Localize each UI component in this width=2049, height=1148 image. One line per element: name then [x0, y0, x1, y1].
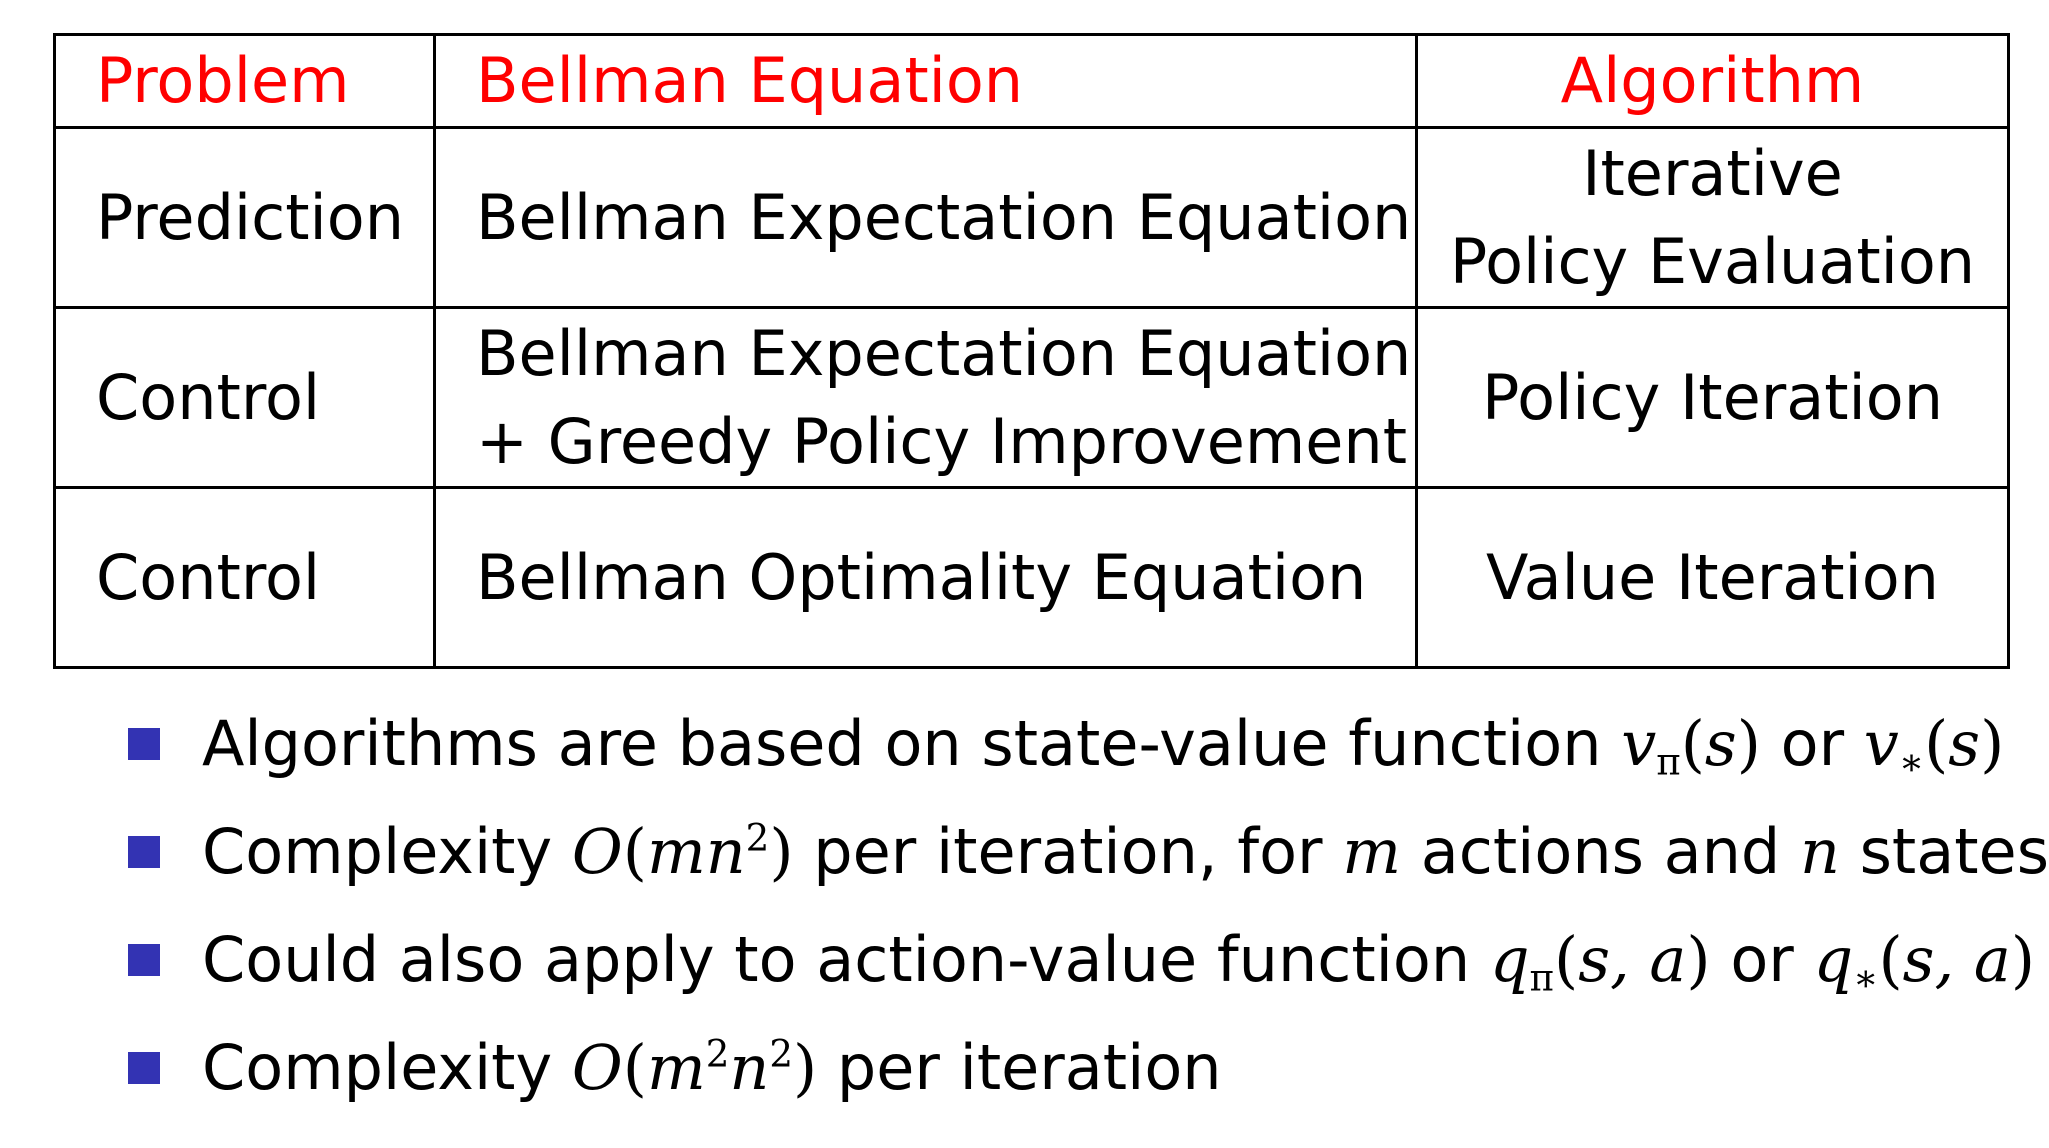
header-problem: Problem [53, 33, 436, 129]
math-v-star-s: v∗(s) [1863, 707, 2005, 784]
bullet-list: Algorithms are based on state-value func… [128, 690, 2049, 1122]
bullet-4-text: Complexity O(m2n2) per iteration [202, 1031, 1222, 1104]
table-row: Control Bellman Optimality Equation Valu… [53, 486, 2010, 669]
row-2-problem: Control [53, 306, 436, 489]
row-3-equation-line-1: Bellman Optimality Equation [476, 540, 1367, 614]
row-1-algorithm: Iterative Policy Evaluation [1415, 126, 2010, 309]
table-row: Prediction Bellman Expectation Equation … [53, 126, 2010, 309]
row-2-algorithm-line-1: Policy Iteration [1481, 360, 1944, 434]
list-item: Could also apply to action-value functio… [128, 906, 2049, 1014]
math-v-pi-s: vπ(s) [1621, 707, 1761, 784]
math-var-m: m [1342, 815, 1402, 888]
row-1-algorithm-line-1: Iterative [1582, 136, 1843, 210]
bullet-3-text: Could also apply to action-value functio… [202, 923, 2036, 1000]
math-o-m2n2: O(m2n2) [571, 1031, 818, 1104]
list-item: Complexity O(m2n2) per iteration [128, 1014, 2049, 1122]
math-var-n: n [1799, 815, 1840, 888]
bullet-square-icon [128, 1052, 160, 1084]
header-algorithm: Algorithm [1415, 33, 2010, 129]
table-header-row: Problem Bellman Equation Algorithm [53, 33, 2010, 129]
row-1-problem: Prediction [53, 126, 436, 309]
row-2-equation: Bellman Expectation Equation + Greedy Po… [433, 306, 1418, 489]
slide: Problem Bellman Equation Algorithm Predi… [0, 0, 2049, 1148]
table-row: Control Bellman Expectation Equation + G… [53, 306, 2010, 489]
row-3-algorithm-line-1: Value Iteration [1486, 540, 1939, 614]
dp-algorithms-table: Problem Bellman Equation Algorithm Predi… [53, 33, 2010, 669]
math-q-star-sa: q∗(s, a) [1813, 923, 2036, 1000]
bullet-square-icon [128, 836, 160, 868]
row-1-equation-line-1: Bellman Expectation Equation [476, 180, 1412, 254]
header-bellman-equation: Bellman Equation [433, 33, 1418, 129]
row-2-algorithm: Policy Iteration [1415, 306, 2010, 489]
math-o-mn2: O(mn2) [571, 815, 794, 888]
list-item: Algorithms are based on state-value func… [128, 690, 2049, 798]
row-3-algorithm: Value Iteration [1415, 486, 2010, 669]
math-q-pi-sa: qπ(s, a) [1489, 923, 1711, 1000]
row-1-equation: Bellman Expectation Equation [433, 126, 1418, 309]
row-2-equation-line-1: Bellman Expectation Equation [476, 316, 1412, 390]
bullet-1-text: Algorithms are based on state-value func… [202, 707, 2005, 784]
row-3-equation: Bellman Optimality Equation [433, 486, 1418, 669]
row-2-equation-line-2: + Greedy Policy Improvement [476, 404, 1407, 478]
row-3-problem: Control [53, 486, 436, 669]
bullet-square-icon [128, 728, 160, 760]
row-1-algorithm-line-2: Policy Evaluation [1449, 224, 1976, 298]
bullet-square-icon [128, 944, 160, 976]
bullet-2-text: Complexity O(mn2) per iteration, for m a… [202, 815, 2049, 888]
list-item: Complexity O(mn2) per iteration, for m a… [128, 798, 2049, 906]
